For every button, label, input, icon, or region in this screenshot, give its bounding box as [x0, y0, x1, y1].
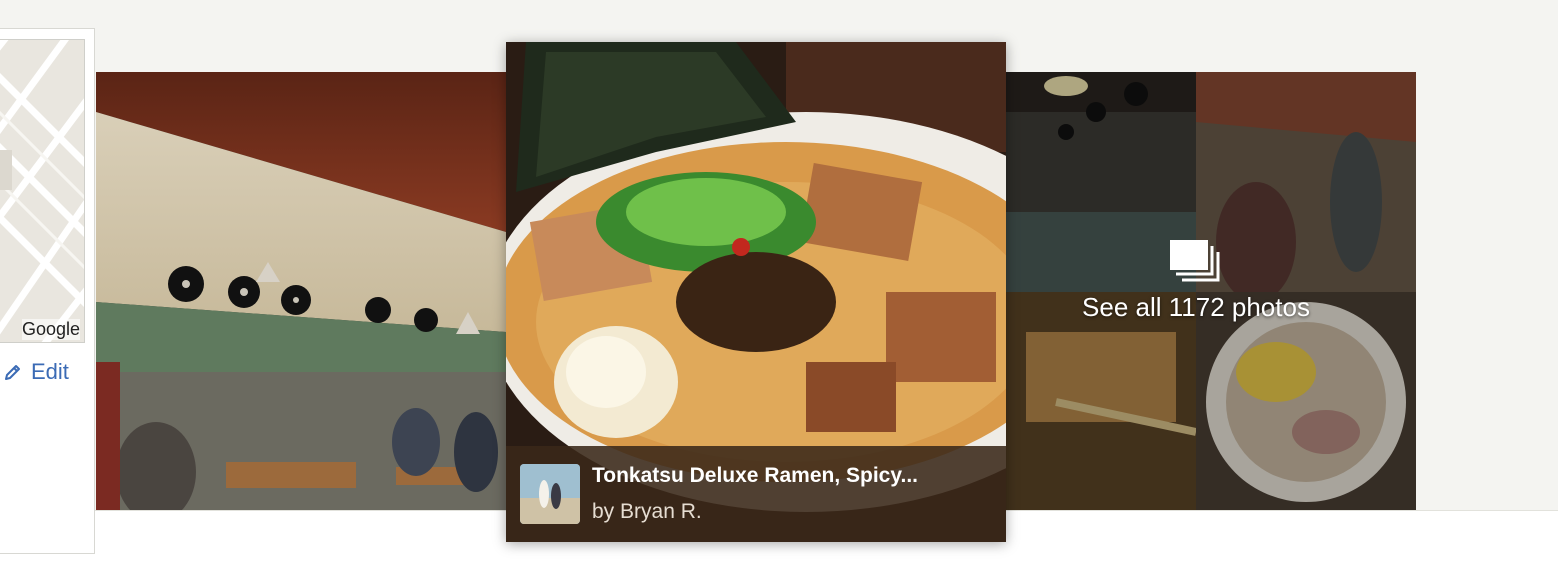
- photo-author[interactable]: by Bryan R.: [592, 500, 702, 524]
- photo-caption: Tonkatsu Deluxe Ramen, Spicy... by Bryan…: [506, 446, 1006, 542]
- see-all-photos-link[interactable]: See all 1172 photos: [1006, 72, 1416, 510]
- photo-stack-icon: [1170, 240, 1220, 282]
- photo-grid[interactable]: See all 1172 photos: [1006, 72, 1416, 510]
- map-thumbnail[interactable]: Google: [0, 39, 85, 343]
- pencil-icon: [5, 365, 20, 380]
- restaurant-interior-image: [96, 72, 506, 510]
- user-avatar[interactable]: [520, 464, 580, 524]
- avatar-image: [520, 464, 580, 524]
- edit-map-link[interactable]: Edit: [3, 359, 69, 385]
- featured-photo[interactable]: Tonkatsu Deluxe Ramen, Spicy... by Bryan…: [506, 42, 1006, 542]
- photo-restaurant-interior[interactable]: [96, 72, 506, 510]
- google-attribution: Google: [21, 319, 80, 340]
- photo-title[interactable]: Tonkatsu Deluxe Ramen, Spicy...: [592, 464, 918, 488]
- see-all-photos-label: See all 1172 photos: [1082, 292, 1310, 322]
- edit-label: Edit: [31, 359, 69, 384]
- map-card: Google Edit: [0, 28, 95, 554]
- map-streets: [0, 40, 84, 342]
